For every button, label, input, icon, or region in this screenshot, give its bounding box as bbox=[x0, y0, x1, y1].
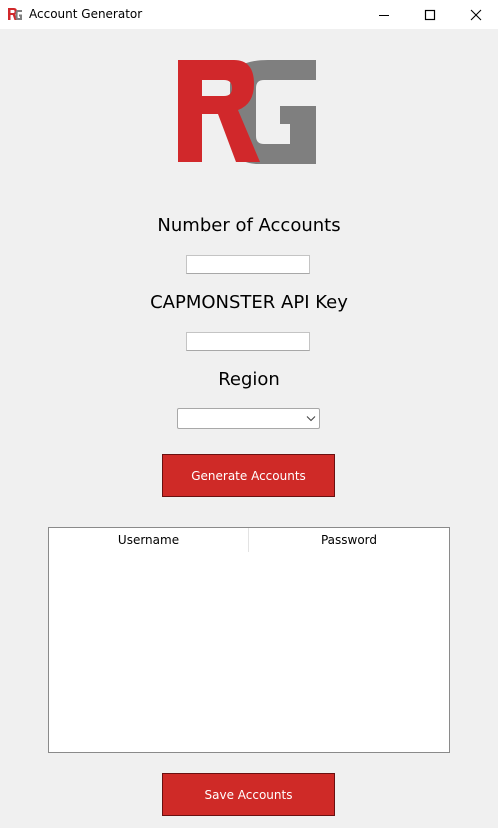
close-icon bbox=[470, 9, 482, 20]
maximize-icon bbox=[424, 9, 436, 20]
save-accounts-label: Save Accounts bbox=[204, 787, 293, 802]
accounts-label: Number of Accounts bbox=[157, 215, 341, 236]
rg-logo-icon bbox=[8, 8, 22, 20]
region-label: Region bbox=[218, 369, 280, 390]
generate-accounts-label: Generate Accounts bbox=[191, 468, 306, 483]
accounts-table[interactable]: Username Password bbox=[48, 527, 450, 753]
region-select[interactable] bbox=[177, 408, 320, 429]
title-bar[interactable]: Account Generator bbox=[0, 0, 498, 29]
save-accounts-button[interactable]: Save Accounts bbox=[162, 773, 335, 816]
generate-accounts-button[interactable]: Generate Accounts bbox=[162, 454, 335, 497]
chevron-down-icon bbox=[306, 416, 316, 422]
api-key-input[interactable] bbox=[186, 332, 310, 351]
api-key-label: CAPMONSTER API Key bbox=[150, 292, 348, 313]
column-header-password[interactable]: Password bbox=[249, 528, 449, 552]
minimize-icon bbox=[379, 14, 389, 16]
accounts-input[interactable] bbox=[186, 255, 310, 274]
maximize-button[interactable] bbox=[407, 0, 453, 29]
table-header: Username Password bbox=[49, 528, 449, 552]
minimize-button[interactable] bbox=[361, 0, 407, 29]
window-title: Account Generator bbox=[29, 7, 143, 21]
close-button[interactable] bbox=[453, 0, 498, 29]
rg-logo bbox=[178, 60, 316, 164]
column-header-username[interactable]: Username bbox=[49, 528, 249, 552]
